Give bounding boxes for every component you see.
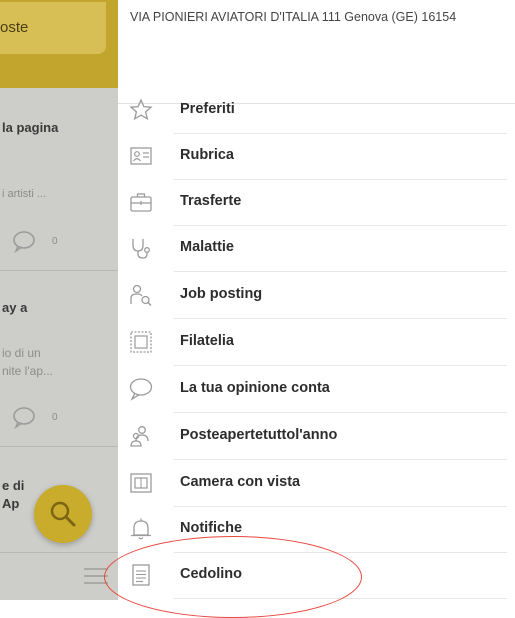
briefcase-icon [130, 193, 152, 212]
stamp-icon [130, 331, 152, 353]
divider [174, 506, 507, 507]
menu-item-label: Filatelia [180, 333, 234, 349]
background-text: la pagina [2, 120, 59, 135]
menu-item-label: Camera con vista [180, 474, 301, 490]
menu-item-rubrica[interactable]: Rubrica [118, 135, 515, 180]
comment-icon[interactable] [12, 229, 36, 253]
menu-item-job-posting[interactable]: Job posting [118, 274, 515, 319]
divider [174, 412, 507, 413]
background-header-button[interactable]: oste [0, 2, 106, 54]
divider [174, 459, 507, 460]
search-icon [50, 501, 76, 527]
menu-item-label: Malattie [180, 239, 234, 255]
menu-item-opinione[interactable]: La tua opinione conta [118, 368, 515, 413]
menu-item-label: Preferiti [180, 101, 235, 117]
menu-item-preferiti[interactable]: Preferiti [118, 89, 515, 134]
highlight-annotation [104, 536, 362, 618]
background-app: oste la pagina i artisti ... 0 ay a io d… [0, 0, 118, 600]
divider [174, 133, 507, 134]
divider [174, 365, 507, 366]
divider [174, 271, 507, 272]
menu-item-label: Notifiche [180, 520, 243, 536]
menu-item-label: Posteapertetuttol'anno [180, 427, 338, 443]
star-icon [129, 98, 153, 121]
menu-item-filatelia[interactable]: Filatelia [118, 321, 515, 366]
background-header: oste [0, 0, 118, 88]
speech-bubble-icon [129, 378, 153, 401]
background-text: e di [2, 478, 25, 493]
divider [0, 552, 118, 553]
menu-item-malattie[interactable]: Malattie [118, 227, 515, 272]
background-text: nite l'ap... [2, 364, 53, 378]
divider [174, 225, 507, 226]
menu-item-trasferte[interactable]: Trasferte [118, 181, 515, 226]
divider [174, 318, 507, 319]
divider [174, 179, 507, 180]
comment-count: 0 [52, 236, 58, 247]
stethoscope-icon [132, 239, 150, 259]
menu-item-label: La tua opinione conta [180, 380, 330, 396]
menu-item-camera-con-vista[interactable]: Camera con vista [118, 462, 515, 507]
contact-card-icon [130, 147, 152, 165]
people-icon [130, 426, 149, 447]
background-text: io di un [2, 346, 41, 360]
bell-icon [131, 518, 151, 540]
comment-count: 0 [52, 412, 58, 423]
picture-frame-icon [130, 473, 152, 493]
user-address: VIA PIONIERI AVIATORI D'ITALIA 111 Genov… [130, 10, 457, 24]
background-text: Ap [2, 496, 20, 511]
navigation-drawer: VIA PIONIERI AVIATORI D'ITALIA 111 Genov… [118, 0, 515, 600]
menu-item-label: Trasferte [180, 193, 242, 209]
divider [0, 270, 118, 271]
comment-icon[interactable] [12, 405, 36, 429]
background-text: i artisti ... [2, 188, 47, 200]
job-search-icon [130, 284, 152, 306]
menu-item-label: Rubrica [180, 147, 234, 163]
menu-item-label: Job posting [180, 286, 263, 302]
divider [0, 446, 118, 447]
background-text: ay a [2, 300, 28, 315]
menu-item-posteaperte[interactable]: Posteapertetuttol'anno [118, 415, 515, 460]
search-fab[interactable] [34, 485, 92, 543]
